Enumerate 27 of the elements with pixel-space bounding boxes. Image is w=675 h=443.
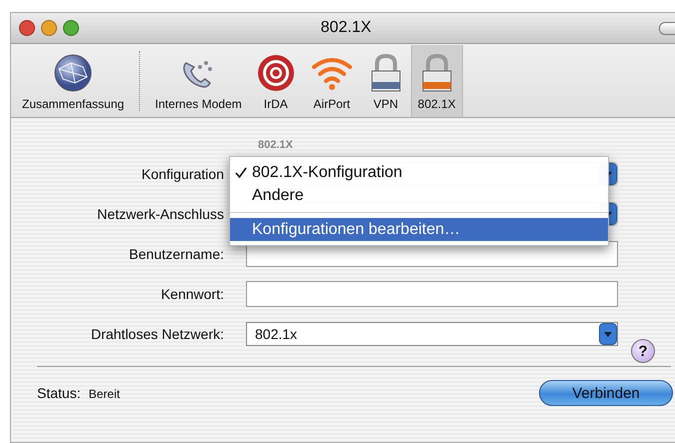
target-icon — [256, 53, 296, 93]
status-value: Bereit — [88, 387, 120, 401]
menu-item[interactable]: 802.1X-Konfiguration — [230, 161, 608, 184]
field-label: Kennwort: — [160, 286, 225, 302]
zoom-button[interactable] — [63, 20, 79, 36]
toolbar-tab[interactable]: VPN — [360, 45, 411, 117]
globe-icon — [53, 53, 94, 93]
menu-item[interactable]: Andere — [230, 184, 608, 207]
input-field[interactable] — [246, 281, 618, 307]
menu-item[interactable]: Konfigurationen bearbeiten… — [230, 218, 608, 241]
help-button[interactable]: ? — [631, 339, 655, 363]
status-label: Status: — [37, 385, 81, 401]
window-title: 802.1X — [320, 19, 372, 36]
field-label: Konfiguration — [140, 166, 225, 182]
combo-box[interactable]: 802.1x — [246, 322, 618, 346]
toolbar-tab[interactable]: 802.1X — [410, 45, 463, 117]
field-label: Netzwerk-Anschluss — [96, 206, 225, 222]
connect-button[interactable]: Verbinden — [539, 380, 673, 406]
field-label: Drahtloses Netzwerk: — [90, 326, 225, 342]
minimize-button[interactable] — [41, 20, 57, 36]
toolbar-tab[interactable]: Internes Modem — [148, 45, 249, 117]
toolbar-tab[interactable]: IrDA — [248, 45, 303, 117]
toolbar-tab[interactable]: AirPort — [302, 45, 361, 117]
field-label: Benutzername: — [128, 246, 225, 262]
section-label: 802.1X — [258, 139, 294, 151]
toolbar-tab[interactable]: Zusammenfassung — [15, 45, 132, 117]
close-button[interactable] — [19, 20, 35, 36]
